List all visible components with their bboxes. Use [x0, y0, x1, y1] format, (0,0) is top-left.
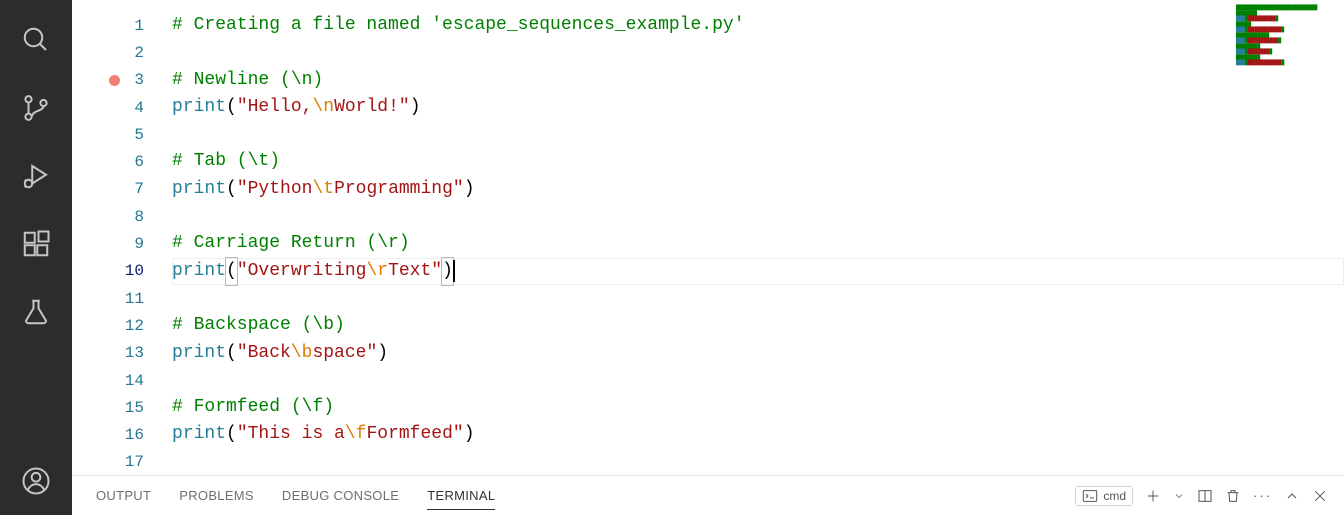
activity-source-control[interactable]	[0, 74, 72, 142]
code-line[interactable]: print("Hello,\nWorld!")	[172, 94, 1344, 121]
line-number: 7	[124, 180, 144, 198]
close-icon[interactable]	[1312, 488, 1328, 504]
gutter-row[interactable]: 8	[72, 203, 172, 230]
code-line[interactable]: print("Python\tProgramming")	[172, 176, 1344, 203]
search-icon	[21, 25, 51, 55]
bottom-panel: OUTPUT PROBLEMS DEBUG CONSOLE TERMINAL cmd …	[72, 475, 1344, 515]
code-line[interactable]	[172, 367, 1344, 394]
line-number: 2	[124, 44, 144, 62]
editor-code[interactable]: ████████████████████████████████████████…	[172, 0, 1344, 475]
code-line[interactable]: # Creating a file named 'escape_sequence…	[172, 12, 1344, 39]
play-bug-icon	[21, 161, 51, 191]
account-icon	[21, 466, 51, 496]
terminal-name-label: cmd	[1103, 489, 1126, 503]
more-icon[interactable]: ···	[1253, 488, 1272, 503]
activity-run-debug[interactable]	[0, 142, 72, 210]
code-line[interactable]: print("Back\bspace")	[172, 340, 1344, 367]
gutter-row[interactable]: 2	[72, 39, 172, 66]
trash-icon[interactable]	[1225, 488, 1241, 504]
activity-search[interactable]	[0, 6, 72, 74]
main-area: 1234567891011121314151617 ██████████████…	[72, 0, 1344, 515]
plus-icon[interactable]	[1145, 488, 1161, 504]
chevron-up-icon[interactable]	[1284, 488, 1300, 504]
code-line[interactable]: # Backspace (\b)	[172, 312, 1344, 339]
panel-tab-output[interactable]: OUTPUT	[96, 482, 151, 510]
code-line[interactable]: print("Overwriting\rText")	[172, 258, 1344, 285]
gutter-row[interactable]: 9	[72, 230, 172, 257]
gutter-row[interactable]: 10	[72, 258, 172, 285]
gutter-row[interactable]: 1	[72, 12, 172, 39]
line-number: 12	[124, 317, 144, 335]
gutter-row[interactable]: 6	[72, 148, 172, 175]
gutter-row[interactable]: 17	[72, 449, 172, 475]
code-line[interactable]: # Newline (\n)	[172, 67, 1344, 94]
text-cursor	[453, 260, 455, 282]
line-number: 17	[124, 453, 144, 471]
gutter-row[interactable]: 15	[72, 394, 172, 421]
code-line[interactable]: # Carriage Return (\r)	[172, 230, 1344, 257]
line-number: 1	[124, 17, 144, 35]
code-line[interactable]	[172, 449, 1344, 475]
gutter-row[interactable]: 13	[72, 340, 172, 367]
flask-icon	[21, 297, 51, 327]
editor[interactable]: 1234567891011121314151617 ██████████████…	[72, 0, 1344, 475]
code-line[interactable]	[172, 203, 1344, 230]
line-number: 3	[124, 71, 144, 89]
app-root: 1234567891011121314151617 ██████████████…	[0, 0, 1344, 515]
editor-gutter: 1234567891011121314151617	[72, 0, 172, 475]
line-number: 16	[124, 426, 144, 444]
panel-tab-problems[interactable]: PROBLEMS	[179, 482, 254, 510]
extensions-icon	[21, 229, 51, 259]
terminal-icon	[1082, 488, 1098, 504]
branch-icon	[21, 93, 51, 123]
line-number: 10	[124, 262, 144, 280]
panel-tab-debug-console[interactable]: DEBUG CONSOLE	[282, 482, 399, 510]
activity-account[interactable]	[0, 447, 72, 515]
line-number: 8	[124, 208, 144, 226]
panel-tab-terminal[interactable]: TERMINAL	[427, 482, 495, 510]
split-icon[interactable]	[1197, 488, 1213, 504]
terminal-controls: cmd ···	[1075, 486, 1328, 506]
gutter-row[interactable]: 11	[72, 285, 172, 312]
gutter-row[interactable]: 5	[72, 121, 172, 148]
code-line[interactable]	[172, 39, 1344, 66]
line-number: 11	[124, 290, 144, 308]
gutter-row[interactable]: 16	[72, 421, 172, 448]
gutter-row[interactable]: 3	[72, 67, 172, 94]
line-number: 4	[124, 99, 144, 117]
activity-bar	[0, 0, 72, 515]
code-line[interactable]	[172, 285, 1344, 312]
code-line[interactable]: print("This is a\fFormfeed")	[172, 421, 1344, 448]
line-number: 13	[124, 344, 144, 362]
chevron-down-icon[interactable]	[1173, 490, 1185, 502]
line-number: 6	[124, 153, 144, 171]
activity-extensions[interactable]	[0, 210, 72, 278]
gutter-row[interactable]: 12	[72, 312, 172, 339]
panel-tabs: OUTPUT PROBLEMS DEBUG CONSOLE TERMINAL	[96, 482, 495, 510]
gutter-row[interactable]: 4	[72, 94, 172, 121]
line-number: 14	[124, 372, 144, 390]
activity-testing[interactable]	[0, 278, 72, 346]
breakpoint-dot[interactable]	[109, 75, 120, 86]
gutter-row[interactable]: 7	[72, 176, 172, 203]
line-number: 15	[124, 399, 144, 417]
terminal-name[interactable]: cmd	[1075, 486, 1133, 506]
line-number: 9	[124, 235, 144, 253]
code-line[interactable]: # Formfeed (\f)	[172, 394, 1344, 421]
line-number: 5	[124, 126, 144, 144]
code-line[interactable]: # Tab (\t)	[172, 148, 1344, 175]
code-line[interactable]	[172, 121, 1344, 148]
gutter-row[interactable]: 14	[72, 367, 172, 394]
